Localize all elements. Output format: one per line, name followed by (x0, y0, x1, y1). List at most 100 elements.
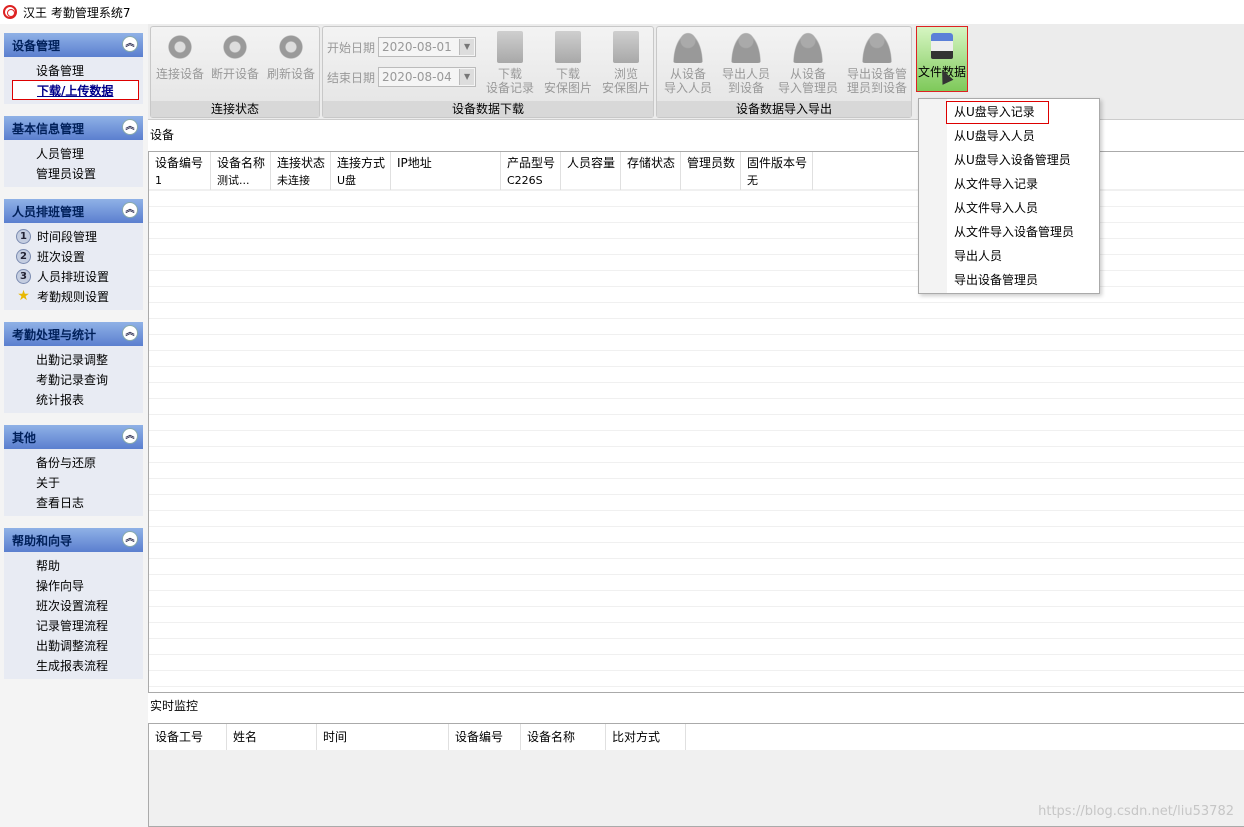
column-header[interactable]: 设备名称 (211, 152, 271, 174)
export-staff-to-device-button[interactable]: 导出人员 到设备 (717, 29, 775, 95)
star-icon: ★ (17, 287, 30, 304)
column-header[interactable]: 设备编号 (149, 152, 211, 174)
admin-import-icon (792, 31, 824, 63)
group-title: 人员排班管理 (12, 204, 85, 219)
start-date-input[interactable]: 2020-08-01 ▼ (378, 37, 477, 57)
refresh-device-button[interactable]: 刷新设备 (265, 29, 317, 81)
column-header[interactable]: 连接方式 (331, 152, 391, 174)
collapse-icon[interactable]: ︽ (122, 428, 138, 444)
collapse-icon[interactable]: ︽ (122, 36, 138, 52)
ribbon-group-download: 开始日期 2020-08-01 ▼ 结束日期 2020-08-04 ▼ 下载 设备记录 下… (322, 26, 654, 118)
column-header[interactable]: 连接状态 (271, 152, 331, 174)
collapse-icon[interactable]: ︽ (122, 325, 138, 341)
column-header[interactable]: IP地址 (391, 152, 501, 174)
column-header[interactable]: 设备名称 (521, 724, 606, 750)
item-label: 班次设置 (37, 249, 86, 264)
menu-item-import-admins-usb[interactable]: 从U盘导入设备管理员 (919, 148, 1099, 172)
ribbon-group-connection: 连接设备 断开设备 刷新设备 连接状态 (150, 26, 320, 118)
usb-drive-icon (931, 33, 953, 59)
sidebar-item-reports[interactable]: 统计报表 (4, 389, 143, 409)
sidebar-item-staff-schedule[interactable]: 3 人员排班设置 (4, 266, 143, 286)
button-label-line1: 导出设备管 (846, 67, 907, 81)
group-header[interactable]: 其他 ︽ (4, 425, 143, 449)
end-date-input[interactable]: 2020-08-04 ▼ (378, 67, 477, 87)
sidebar-item-shift-flow[interactable]: 班次设置流程 (4, 595, 143, 615)
download-records-icon (497, 31, 523, 63)
button-label-line1: 导出人员 (721, 67, 770, 81)
sidebar-item-record-query[interactable]: 考勤记录查询 (4, 369, 143, 389)
group-title: 考勤处理与统计 (12, 327, 97, 342)
column-header[interactable]: 固件版本号 (741, 152, 813, 174)
start-date-field: 开始日期 2020-08-01 ▼ (327, 37, 477, 57)
table-cell: 测试... (211, 174, 271, 190)
button-label: 断开设备 (210, 67, 259, 81)
sidebar-item-record-flow[interactable]: 记录管理流程 (4, 615, 143, 635)
collapse-icon[interactable]: ︽ (122, 531, 138, 547)
sidebar-item-logs[interactable]: 查看日志 (4, 492, 143, 512)
column-header[interactable]: 设备工号 (149, 724, 227, 750)
button-label-line2: 理员到设备 (846, 81, 907, 95)
sidebar-group-scheduling: 人员排班管理 ︽ 1 时间段管理 2 班次设置 3 人员排班设置 ★ 考勤规则设置 (4, 199, 143, 310)
end-date-field: 结束日期 2020-08-04 ▼ (327, 67, 477, 87)
column-header[interactable]: 产品型号 (501, 152, 561, 174)
import-admins-from-device-button[interactable]: 从设备 导入管理员 (775, 29, 841, 95)
download-records-button[interactable]: 下载 设备记录 (481, 29, 539, 95)
group-title: 其他 (12, 430, 37, 445)
number-two-icon: 2 (16, 248, 31, 264)
sidebar-item-about[interactable]: 关于 (4, 472, 143, 492)
column-header[interactable]: 比对方式 (606, 724, 686, 750)
group-header[interactable]: 设备管理 ︽ (4, 33, 143, 57)
menu-item-import-staff-usb[interactable]: 从U盘导入人员 (919, 124, 1099, 148)
sidebar-item-attendance-rules[interactable]: ★ 考勤规则设置 (4, 286, 143, 306)
sidebar-item-help[interactable]: 帮助 (4, 555, 143, 575)
menu-item-export-admins[interactable]: 导出设备管理员 (919, 268, 1099, 292)
sidebar-item-time-period[interactable]: 1 时间段管理 (4, 226, 143, 246)
sidebar-item-personnel[interactable]: 人员管理 (4, 143, 143, 163)
watermark: https://blog.csdn.net/liu53782 (1038, 804, 1234, 819)
menu-item-import-staff-file[interactable]: 从文件导入人员 (919, 196, 1099, 220)
collapse-icon[interactable]: ︽ (122, 202, 138, 218)
connect-device-button[interactable]: 连接设备 (154, 29, 206, 81)
sidebar-item-admin-settings[interactable]: 管理员设置 (4, 163, 143, 183)
end-date-label: 结束日期 (327, 70, 376, 85)
sidebar-item-device-manage[interactable]: 设备管理 (4, 60, 143, 80)
menu-item-export-staff[interactable]: 导出人员 (919, 244, 1099, 268)
disconnect-device-button[interactable]: 断开设备 (209, 29, 261, 81)
button-label-line2: 到设备 (727, 81, 764, 95)
start-date-label: 开始日期 (327, 40, 376, 55)
group-header[interactable]: 考勤处理与统计 ︽ (4, 322, 143, 346)
dropdown-arrow-icon[interactable]: ▼ (459, 39, 475, 55)
export-admins-to-device-button[interactable]: 导出设备管 理员到设备 (843, 29, 911, 95)
group-header[interactable]: 基本信息管理 ︽ (4, 116, 143, 140)
column-header[interactable]: 存储状态 (621, 152, 681, 174)
gear-refresh-icon (275, 31, 307, 63)
group-header[interactable]: 帮助和向导 ︽ (4, 528, 143, 552)
menu-item-import-admins-file[interactable]: 从文件导入设备管理员 (919, 220, 1099, 244)
table-cell: C226S (501, 174, 561, 190)
column-header[interactable]: 人员容量 (561, 152, 621, 174)
dropdown-arrow-icon[interactable]: ▼ (459, 69, 475, 85)
sidebar-item-wizard[interactable]: 操作向导 (4, 575, 143, 595)
sidebar-item-report-flow[interactable]: 生成报表流程 (4, 655, 143, 675)
menu-item-import-records-usb[interactable]: 从U盘导入记录 (946, 101, 1049, 124)
table-cell (621, 174, 681, 190)
sidebar-item-backup[interactable]: 备份与还原 (4, 452, 143, 472)
sidebar-item-attendance-adjust[interactable]: 出勤记录调整 (4, 349, 143, 369)
sidebar-item-download-upload[interactable]: 下载/上传数据 (12, 80, 139, 100)
group-header[interactable]: 人员排班管理 ︽ (4, 199, 143, 223)
collapse-icon[interactable]: ︽ (122, 119, 138, 135)
import-staff-from-device-button[interactable]: 从设备 导入人员 (659, 29, 717, 95)
table-cell (681, 174, 741, 190)
ribbon-group-import-export: 从设备 导入人员 导出人员 到设备 从设备 导入管理员 导出设备管 理员到设备 设备数据… (656, 26, 912, 118)
download-security-images-button[interactable]: 下载 安保图片 (539, 29, 597, 95)
column-header[interactable]: 设备编号 (449, 724, 521, 750)
column-header[interactable]: 管理员数 (681, 152, 741, 174)
column-header[interactable]: 姓名 (227, 724, 317, 750)
sidebar: 设备管理 ︽ 设备管理 下载/上传数据 基本信息管理 ︽ 人员管理 管理员设置 人员… (0, 24, 148, 827)
sidebar-item-adjust-flow[interactable]: 出勤调整流程 (4, 635, 143, 655)
gear-connect-icon (164, 31, 196, 63)
browse-security-images-button[interactable]: 浏览 安保图片 (597, 29, 655, 95)
column-header[interactable]: 时间 (317, 724, 449, 750)
menu-item-import-records-file[interactable]: 从文件导入记录 (919, 172, 1099, 196)
sidebar-item-shift-settings[interactable]: 2 班次设置 (4, 246, 143, 266)
